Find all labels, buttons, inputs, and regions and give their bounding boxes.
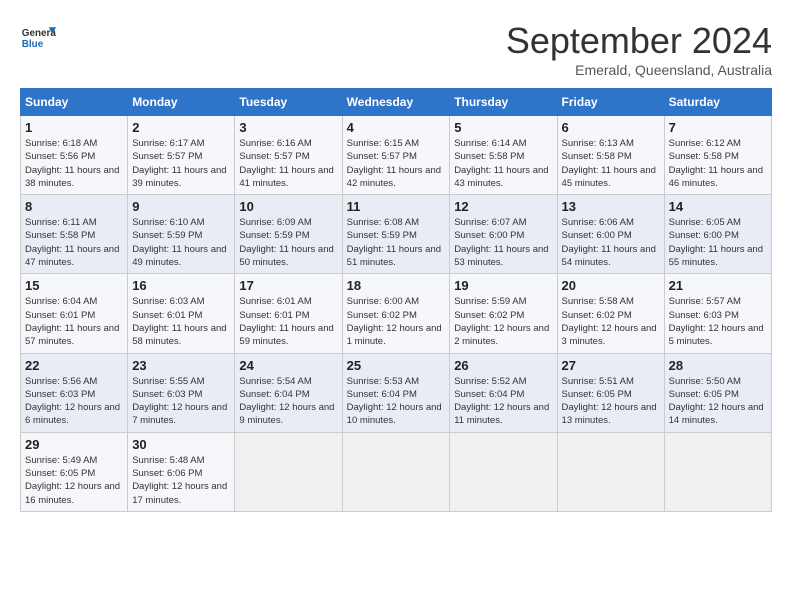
page-header: General Blue September 2024 Emerald, Que… xyxy=(20,20,772,78)
day-cell-19: 19 Sunrise: 5:59 AMSunset: 6:02 PMDaylig… xyxy=(450,274,557,353)
calendar-row-week3: 15 Sunrise: 6:04 AMSunset: 6:01 PMDaylig… xyxy=(21,274,772,353)
day-cell-15: 15 Sunrise: 6:04 AMSunset: 6:01 PMDaylig… xyxy=(21,274,128,353)
day-cell-25: 25 Sunrise: 5:53 AMSunset: 6:04 PMDaylig… xyxy=(342,353,450,432)
day-cell-2: 2 Sunrise: 6:17 AMSunset: 5:57 PMDayligh… xyxy=(128,116,235,195)
title-block: September 2024 Emerald, Queensland, Aust… xyxy=(506,20,772,78)
day-cell-5: 5 Sunrise: 6:14 AMSunset: 5:58 PMDayligh… xyxy=(450,116,557,195)
calendar-row-week5: 29 Sunrise: 5:49 AMSunset: 6:05 PMDaylig… xyxy=(21,432,772,511)
calendar-row-week1: 1 Sunrise: 6:18 AMSunset: 5:56 PMDayligh… xyxy=(21,116,772,195)
logo: General Blue xyxy=(20,20,56,56)
day-cell-4: 4 Sunrise: 6:15 AMSunset: 5:57 PMDayligh… xyxy=(342,116,450,195)
day-cell-18: 18 Sunrise: 6:00 AMSunset: 6:02 PMDaylig… xyxy=(342,274,450,353)
header-wednesday: Wednesday xyxy=(342,89,450,116)
day-cell-13: 13 Sunrise: 6:06 AMSunset: 6:00 PMDaylig… xyxy=(557,195,664,274)
day-cell-24: 24 Sunrise: 5:54 AMSunset: 6:04 PMDaylig… xyxy=(235,353,342,432)
month-title: September 2024 xyxy=(506,20,772,62)
header-friday: Friday xyxy=(557,89,664,116)
empty-cell-1 xyxy=(235,432,342,511)
empty-cell-3 xyxy=(450,432,557,511)
header-monday: Monday xyxy=(128,89,235,116)
day-cell-27: 27 Sunrise: 5:51 AMSunset: 6:05 PMDaylig… xyxy=(557,353,664,432)
header-thursday: Thursday xyxy=(450,89,557,116)
day-cell-3: 3 Sunrise: 6:16 AMSunset: 5:57 PMDayligh… xyxy=(235,116,342,195)
day-cell-1: 1 Sunrise: 6:18 AMSunset: 5:56 PMDayligh… xyxy=(21,116,128,195)
location-subtitle: Emerald, Queensland, Australia xyxy=(506,62,772,78)
day-cell-9: 9 Sunrise: 6:10 AMSunset: 5:59 PMDayligh… xyxy=(128,195,235,274)
header-tuesday: Tuesday xyxy=(235,89,342,116)
day-cell-28: 28 Sunrise: 5:50 AMSunset: 6:05 PMDaylig… xyxy=(664,353,771,432)
calendar-row-week4: 22 Sunrise: 5:56 AMSunset: 6:03 PMDaylig… xyxy=(21,353,772,432)
svg-text:Blue: Blue xyxy=(22,39,44,50)
day-cell-30: 30 Sunrise: 5:48 AMSunset: 6:06 PMDaylig… xyxy=(128,432,235,511)
day-cell-16: 16 Sunrise: 6:03 AMSunset: 6:01 PMDaylig… xyxy=(128,274,235,353)
day-cell-10: 10 Sunrise: 6:09 AMSunset: 5:59 PMDaylig… xyxy=(235,195,342,274)
day-cell-12: 12 Sunrise: 6:07 AMSunset: 6:00 PMDaylig… xyxy=(450,195,557,274)
header-sunday: Sunday xyxy=(21,89,128,116)
day-cell-7: 7 Sunrise: 6:12 AMSunset: 5:58 PMDayligh… xyxy=(664,116,771,195)
calendar-header-row: Sunday Monday Tuesday Wednesday Thursday… xyxy=(21,89,772,116)
empty-cell-5 xyxy=(664,432,771,511)
day-cell-6: 6 Sunrise: 6:13 AMSunset: 5:58 PMDayligh… xyxy=(557,116,664,195)
day-cell-8: 8 Sunrise: 6:11 AMSunset: 5:58 PMDayligh… xyxy=(21,195,128,274)
day-cell-23: 23 Sunrise: 5:55 AMSunset: 6:03 PMDaylig… xyxy=(128,353,235,432)
day-cell-29: 29 Sunrise: 5:49 AMSunset: 6:05 PMDaylig… xyxy=(21,432,128,511)
calendar-row-week2: 8 Sunrise: 6:11 AMSunset: 5:58 PMDayligh… xyxy=(21,195,772,274)
day-cell-20: 20 Sunrise: 5:58 AMSunset: 6:02 PMDaylig… xyxy=(557,274,664,353)
empty-cell-2 xyxy=(342,432,450,511)
day-cell-22: 22 Sunrise: 5:56 AMSunset: 6:03 PMDaylig… xyxy=(21,353,128,432)
calendar-table: Sunday Monday Tuesday Wednesday Thursday… xyxy=(20,88,772,512)
empty-cell-4 xyxy=(557,432,664,511)
header-saturday: Saturday xyxy=(664,89,771,116)
day-cell-21: 21 Sunrise: 5:57 AMSunset: 6:03 PMDaylig… xyxy=(664,274,771,353)
day-cell-11: 11 Sunrise: 6:08 AMSunset: 5:59 PMDaylig… xyxy=(342,195,450,274)
logo-icon: General Blue xyxy=(20,20,56,56)
day-cell-26: 26 Sunrise: 5:52 AMSunset: 6:04 PMDaylig… xyxy=(450,353,557,432)
day-cell-17: 17 Sunrise: 6:01 AMSunset: 6:01 PMDaylig… xyxy=(235,274,342,353)
day-cell-14: 14 Sunrise: 6:05 AMSunset: 6:00 PMDaylig… xyxy=(664,195,771,274)
